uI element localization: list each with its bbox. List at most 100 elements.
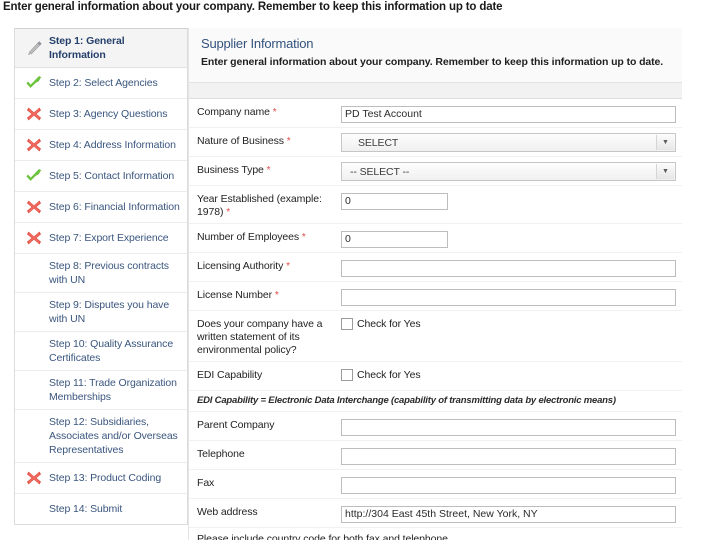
field-parent-company: [341, 417, 682, 436]
environmental-policy-checkbox-row[interactable]: Check for Yes: [341, 316, 676, 332]
row-license-number: License Number *: [189, 282, 682, 311]
sidebar-step-label: Step 8: Previous contracts with UN: [49, 259, 181, 287]
nature-of-business-selected-value: SELECT: [342, 137, 398, 149]
sidebar-step-9[interactable]: Step 9: Disputes you have with UN: [15, 293, 187, 332]
sidebar-step-label: Step 10: Quality Assurance Certificates: [49, 337, 181, 365]
red-x-icon: [21, 104, 47, 124]
sidebar-step-11[interactable]: Step 11: Trade Organization Memberships: [15, 371, 187, 410]
sidebar-step-label: Step 3: Agency Questions: [49, 107, 167, 121]
required-marker: *: [273, 107, 277, 118]
field-year-established: [341, 191, 682, 210]
sidebar-step-label: Step 9: Disputes you have with UN: [49, 298, 181, 326]
row-company-name: Company name *: [189, 99, 682, 128]
sidebar-step-2[interactable]: Step 2: Select Agencies: [15, 68, 187, 99]
nature-of-business-select[interactable]: SELECT ▼: [341, 133, 676, 152]
sidebar-step-7[interactable]: Step 7: Export Experience: [15, 223, 187, 254]
edi-capability-note: EDI Capability = Electronic Data Interch…: [189, 391, 682, 412]
field-licensing-authority: [341, 258, 682, 277]
required-marker: *: [302, 232, 306, 243]
row-number-of-employees: Number of Employees *: [189, 224, 682, 253]
sidebar-step-label: Step 5: Contact Information: [49, 169, 174, 183]
fax-input[interactable]: [341, 477, 676, 494]
row-web-address: Web address: [189, 499, 682, 528]
sidebar-step-12[interactable]: Step 12: Subsidiaries, Associates and/or…: [15, 410, 187, 463]
label-company-name-text: Company name: [197, 106, 270, 118]
steps-sidebar: Step 1: General Information Step 2: Selec…: [14, 28, 188, 525]
sidebar-step-8[interactable]: Step 8: Previous contracts with UN: [15, 254, 187, 293]
green-check-icon: [21, 166, 47, 186]
row-environmental-policy: Does your company have a written stateme…: [189, 311, 682, 362]
label-number-of-employees-text: Number of Employees: [197, 231, 299, 243]
label-edi-capability: EDI Capability: [189, 367, 341, 382]
label-environmental-policy: Does your company have a written stateme…: [189, 316, 341, 357]
field-environmental-policy: Check for Yes: [341, 316, 682, 332]
label-parent-company: Parent Company: [189, 417, 341, 432]
step-icon-placeholder: [21, 341, 47, 361]
sidebar-step-label: Step 6: Financial Information: [49, 200, 180, 214]
sidebar-step-3[interactable]: Step 3: Agency Questions: [15, 99, 187, 130]
row-edi-capability: EDI Capability Check for Yes: [189, 362, 682, 391]
green-check-icon: [21, 73, 47, 93]
sidebar-step-label: Step 11: Trade Organization Memberships: [49, 376, 181, 404]
chevron-down-icon[interactable]: ▼: [656, 135, 674, 150]
label-telephone: Telephone: [189, 446, 341, 461]
sidebar-step-4[interactable]: Step 4: Address Information: [15, 130, 187, 161]
label-year-established: Year Established (example: 1978) *: [189, 191, 341, 219]
field-edi-capability: Check for Yes: [341, 367, 682, 383]
row-telephone: Telephone: [189, 441, 682, 470]
header-divider-strip: [189, 83, 682, 99]
sidebar-step-label: Step 7: Export Experience: [49, 231, 169, 245]
label-nature-of-business-text: Nature of Business: [197, 135, 284, 147]
row-licensing-authority: Licensing Authority *: [189, 253, 682, 282]
required-marker: *: [267, 165, 271, 176]
label-license-number: License Number *: [189, 287, 341, 302]
sidebar-step-5[interactable]: Step 5: Contact Information: [15, 161, 187, 192]
label-licensing-authority: Licensing Authority *: [189, 258, 341, 273]
environmental-policy-checkbox-label: Check for Yes: [357, 318, 421, 330]
page-intro-text: Enter general information about your com…: [3, 1, 502, 13]
country-code-note: Please include country code for both fax…: [189, 528, 682, 540]
telephone-input[interactable]: [341, 448, 676, 465]
edi-capability-checkbox-label: Check for Yes: [357, 369, 421, 381]
label-nature-of-business: Nature of Business *: [189, 133, 341, 148]
web-address-input[interactable]: [341, 506, 676, 523]
edi-capability-checkbox[interactable]: [341, 369, 353, 381]
field-business-type: -- SELECT -- ▼: [341, 162, 682, 181]
row-business-type: Business Type * -- SELECT -- ▼: [189, 157, 682, 186]
required-marker: *: [286, 261, 290, 272]
year-established-input[interactable]: [341, 193, 448, 210]
field-fax: [341, 475, 682, 494]
number-of-employees-input[interactable]: [341, 231, 448, 248]
field-number-of-employees: [341, 229, 682, 248]
sidebar-step-13[interactable]: Step 13: Product Coding: [15, 463, 187, 494]
required-marker: *: [287, 136, 291, 147]
step-icon-placeholder: [21, 499, 47, 519]
sidebar-step-10[interactable]: Step 10: Quality Assurance Certificates: [15, 332, 187, 371]
label-web-address: Web address: [189, 504, 341, 519]
red-x-icon: [21, 135, 47, 155]
licensing-authority-input[interactable]: [341, 260, 676, 277]
sidebar-step-14[interactable]: Step 14: Submit: [15, 494, 187, 524]
step-icon-placeholder: [21, 302, 47, 322]
field-company-name: [341, 104, 682, 123]
environmental-policy-checkbox[interactable]: [341, 318, 353, 330]
edi-capability-checkbox-row[interactable]: Check for Yes: [341, 367, 676, 383]
label-license-number-text: License Number: [197, 289, 272, 301]
sidebar-step-1[interactable]: Step 1: General Information: [15, 29, 187, 68]
field-telephone: [341, 446, 682, 465]
required-marker: *: [275, 290, 279, 301]
business-type-select[interactable]: -- SELECT -- ▼: [341, 162, 676, 181]
row-nature-of-business: Nature of Business * SELECT ▼: [189, 128, 682, 157]
page-subtitle: Enter general information about your com…: [201, 56, 682, 68]
label-year-established-text: Year Established (example: 1978): [197, 193, 322, 218]
label-fax: Fax: [189, 475, 341, 490]
sidebar-step-6[interactable]: Step 6: Financial Information: [15, 192, 187, 223]
license-number-input[interactable]: [341, 289, 676, 306]
sidebar-step-label: Step 14: Submit: [49, 502, 122, 516]
chevron-down-icon[interactable]: ▼: [656, 164, 674, 179]
sidebar-step-label: Step 2: Select Agencies: [49, 76, 158, 90]
company-name-input[interactable]: [341, 106, 676, 123]
field-nature-of-business: SELECT ▼: [341, 133, 682, 152]
parent-company-input[interactable]: [341, 419, 676, 436]
label-licensing-authority-text: Licensing Authority: [197, 260, 283, 272]
